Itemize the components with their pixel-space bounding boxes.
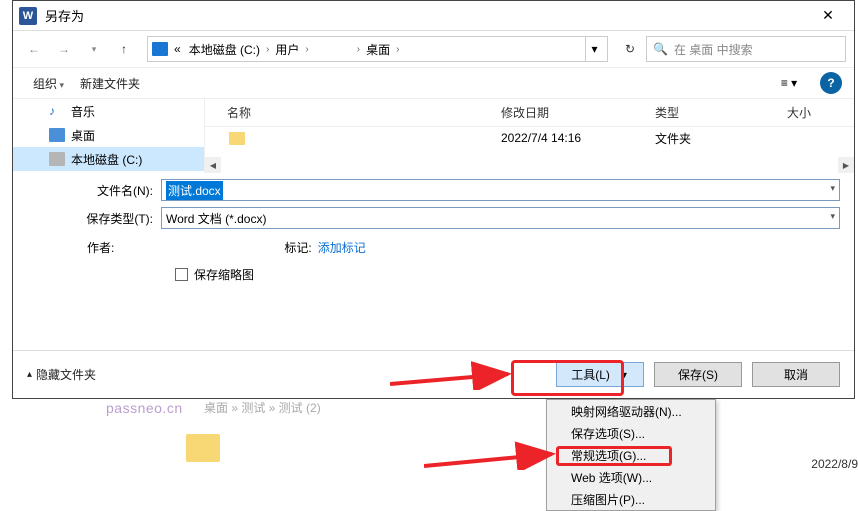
bg-breadcrumb: 桌面 » 测试 » 测试 (2)	[104, 397, 858, 422]
filetype-label: 保存类型(T):	[27, 210, 161, 227]
column-name[interactable]: 名称	[205, 104, 501, 121]
chevron-down-icon: ▼	[620, 370, 629, 380]
chevron-up-icon: ▴	[27, 369, 32, 380]
author-label: 作者:	[87, 239, 114, 256]
music-icon: ♪	[49, 104, 65, 118]
column-date[interactable]: 修改日期	[501, 104, 655, 121]
sidebar: ♪ 音乐 桌面 本地磁盘 (C:)	[13, 99, 205, 173]
scroll-left-icon[interactable]: ◀	[205, 157, 221, 173]
titlebar: W 另存为 ✕	[13, 1, 854, 31]
column-type[interactable]: 类型	[655, 104, 787, 121]
breadcrumb-dropdown[interactable]: ▾	[585, 37, 603, 61]
footer: ▴ 隐藏文件夹 工具(L) ▼ 保存(S) 取消	[13, 350, 854, 398]
view-button[interactable]: ≡ ▾	[764, 73, 814, 93]
word-icon: W	[19, 7, 37, 25]
cancel-button[interactable]: 取消	[752, 362, 840, 387]
tools-label: 工具(L)	[571, 366, 610, 383]
sidebar-label: 音乐	[71, 103, 95, 120]
tools-button[interactable]: 工具(L) ▼	[556, 362, 644, 387]
horizontal-scrollbar[interactable]: ◀ ▶	[205, 157, 854, 173]
hide-folders-label: 隐藏文件夹	[36, 366, 96, 383]
breadcrumb-root[interactable]: «	[172, 42, 183, 56]
menu-map-drive[interactable]: 映射网络驱动器(N)...	[547, 400, 715, 422]
help-button[interactable]: ?	[820, 72, 842, 94]
chevron-right-icon: ›	[305, 44, 308, 55]
chevron-right-icon: ›	[396, 44, 399, 55]
chevron-down-icon[interactable]: ▾	[830, 183, 835, 194]
save-button[interactable]: 保存(S)	[654, 362, 742, 387]
organize-button[interactable]: 组织	[25, 72, 72, 95]
up-button[interactable]: ↑	[111, 36, 137, 62]
tag-label: 标记:	[284, 239, 311, 256]
forward-button[interactable]: →	[51, 36, 77, 62]
watermark: passneo.cn	[106, 400, 183, 416]
list-header: 名称 修改日期 类型 大小	[205, 99, 854, 127]
filetype-select[interactable]: Word 文档 (*.docx) ▾	[161, 207, 840, 229]
tag-value[interactable]: 添加标记	[318, 239, 366, 256]
search-placeholder: 在 桌面 中搜索	[674, 41, 753, 58]
menu-compress-pictures[interactable]: 压缩图片(P)...	[547, 488, 715, 510]
refresh-button[interactable]: ↻	[618, 37, 642, 61]
bg-row	[104, 422, 858, 474]
list-item[interactable]: 2022/7/4 14:16 文件夹	[205, 127, 854, 149]
sidebar-label: 本地磁盘 (C:)	[71, 151, 142, 168]
recent-dropdown-icon[interactable]: ▾	[81, 36, 107, 62]
desktop-icon	[49, 128, 65, 142]
thumbnail-label: 保存缩略图	[194, 266, 254, 283]
toolbar: 组织 新建文件夹 ≡ ▾ ?	[13, 67, 854, 99]
thumbnail-checkbox[interactable]: 保存缩略图	[175, 266, 254, 283]
sidebar-label: 桌面	[71, 127, 95, 144]
filename-value: 测试.docx	[166, 181, 223, 200]
folder-icon	[229, 132, 245, 145]
search-icon: 🔍	[653, 42, 668, 56]
bg-row-date: 2022/8/9	[811, 457, 858, 471]
hide-folders-button[interactable]: ▴ 隐藏文件夹	[27, 366, 96, 383]
chevron-right-icon: ›	[357, 44, 360, 55]
close-button[interactable]: ✕	[808, 2, 848, 30]
scroll-right-icon[interactable]: ▶	[838, 157, 854, 173]
breadcrumb[interactable]: « 本地磁盘 (C:) › 用户 › › 桌面 › ▾	[147, 36, 608, 62]
menu-save-options[interactable]: 保存选项(S)...	[547, 422, 715, 444]
breadcrumb-desktop[interactable]: 桌面	[364, 41, 392, 58]
filetype-value: Word 文档 (*.docx)	[166, 210, 266, 227]
breadcrumb-users[interactable]: 用户	[273, 41, 301, 58]
new-folder-button[interactable]: 新建文件夹	[72, 72, 148, 95]
breadcrumb-drive[interactable]: 本地磁盘 (C:)	[187, 41, 262, 58]
file-list: 名称 修改日期 类型 大小 2022/7/4 14:16 文件夹 ◀ ▶	[205, 99, 854, 173]
navbar: ← → ▾ ↑ « 本地磁盘 (C:) › 用户 › › 桌面 › ▾ ↻ 🔍 …	[13, 31, 854, 67]
save-as-dialog: W 另存为 ✕ ← → ▾ ↑ « 本地磁盘 (C:) › 用户 › › 桌面 …	[12, 0, 855, 399]
sidebar-item-desktop[interactable]: 桌面	[13, 123, 204, 147]
filename-input[interactable]: 测试.docx ▾	[161, 179, 840, 201]
form-area: 文件名(N): 测试.docx ▾ 保存类型(T): Word 文档 (*.do…	[13, 173, 854, 286]
column-size[interactable]: 大小	[787, 104, 854, 121]
sidebar-item-disk[interactable]: 本地磁盘 (C:)	[13, 147, 204, 171]
chevron-down-icon[interactable]: ▾	[830, 211, 835, 222]
menu-web-options[interactable]: Web 选项(W)...	[547, 466, 715, 488]
drive-icon	[152, 42, 168, 56]
sidebar-item-music[interactable]: ♪ 音乐	[13, 99, 204, 123]
list-item-date: 2022/7/4 14:16	[501, 131, 655, 145]
tools-menu: 映射网络驱动器(N)... 保存选项(S)... 常规选项(G)... Web …	[546, 399, 716, 511]
search-input[interactable]: 🔍 在 桌面 中搜索	[646, 36, 846, 62]
filename-label: 文件名(N):	[27, 182, 161, 199]
menu-general-options[interactable]: 常规选项(G)...	[547, 444, 715, 466]
checkbox-icon	[175, 268, 188, 281]
chevron-right-icon: ›	[266, 44, 269, 55]
dialog-title: 另存为	[45, 6, 808, 25]
back-button[interactable]: ←	[21, 36, 47, 62]
list-item-type: 文件夹	[655, 130, 787, 147]
disk-icon	[49, 152, 65, 166]
folder-icon	[186, 434, 220, 462]
